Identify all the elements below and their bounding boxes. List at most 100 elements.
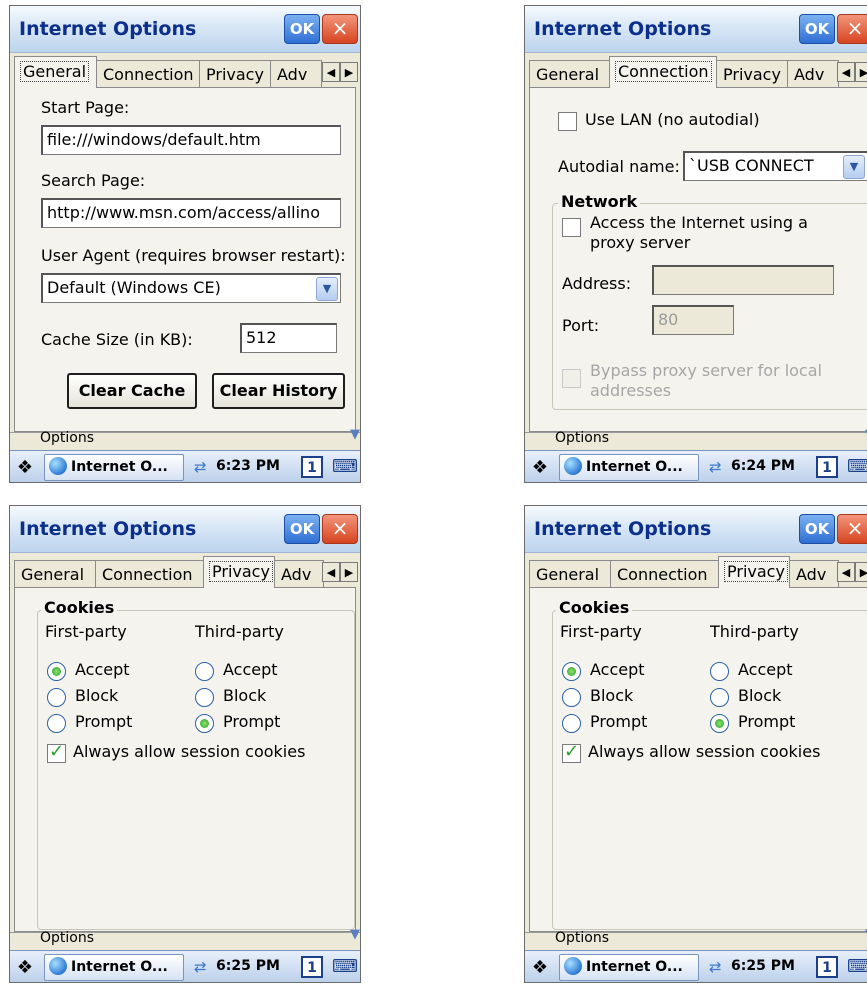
use-lan-checkbox[interactable] <box>558 112 577 131</box>
first-party-prompt-radio[interactable] <box>47 714 66 733</box>
screenshot-privacy-tab-2: Internet Options OK × General Connection… <box>524 505 867 983</box>
taskbar-app-button[interactable]: Internet O... <box>44 954 184 981</box>
tab-connection[interactable]: Connection <box>96 60 200 87</box>
tab-scroll-right-icon[interactable]: ▶ <box>855 62 867 82</box>
first-party-accept-radio[interactable] <box>47 662 66 681</box>
close-button[interactable]: × <box>837 514 867 544</box>
user-agent-select[interactable]: Default (Windows CE) ▼ <box>41 273 341 303</box>
network-connection-icon[interactable]: ⇄ <box>194 958 212 976</box>
taskbar-clock[interactable]: 6:25 PM <box>731 958 795 974</box>
options-bar[interactable]: Options ▼ <box>10 927 360 951</box>
input-panel-button[interactable]: 1 <box>816 956 838 978</box>
checkmark-icon: ✓ <box>564 741 580 762</box>
close-button[interactable]: × <box>837 14 867 44</box>
network-connection-icon[interactable]: ⇄ <box>709 458 727 476</box>
input-panel-button[interactable]: 1 <box>301 456 323 478</box>
windows-flag-icon[interactable]: ❖ <box>13 456 37 480</box>
input-panel-keyboard-icon[interactable]: ⌨ <box>332 456 358 477</box>
taskbar: ❖ Internet O... ⇄ 6:23 PM 1 ⌨ <box>10 450 360 482</box>
tab-general[interactable]: General <box>14 560 96 587</box>
taskbar-app-button[interactable]: Internet O... <box>559 954 699 981</box>
tab-scroll-left-icon[interactable]: ◀ <box>322 62 340 82</box>
start-page-input[interactable]: file:///windows/default.htm <box>41 125 341 155</box>
ok-button[interactable]: OK <box>284 514 320 544</box>
taskbar-clock[interactable]: 6:25 PM <box>216 958 280 974</box>
tab-connection[interactable]: Connection <box>95 560 205 587</box>
close-button[interactable]: × <box>322 514 358 544</box>
windows-flag-icon[interactable]: ❖ <box>528 456 552 480</box>
input-panel-button[interactable]: 1 <box>816 456 838 478</box>
windows-flag-icon[interactable]: ❖ <box>528 956 552 980</box>
tab-privacy[interactable]: Privacy <box>199 60 271 87</box>
taskbar-clock[interactable]: 6:23 PM <box>216 458 280 474</box>
tab-scroll-right-icon[interactable]: ▶ <box>340 562 358 582</box>
options-label[interactable]: Options <box>40 430 94 446</box>
chevron-down-icon[interactable]: ▼ <box>843 155 865 179</box>
autodial-select[interactable]: `USB CONNECT ▼ <box>683 151 867 181</box>
input-panel-button[interactable]: 1 <box>301 956 323 978</box>
bypass-proxy-checkbox[interactable] <box>562 369 581 388</box>
tab-scroll-right-icon[interactable]: ▶ <box>340 62 358 82</box>
first-party-accept-radio[interactable] <box>562 662 581 681</box>
tab-privacy[interactable]: Privacy <box>716 60 788 87</box>
use-lan-label: Use LAN (no autodial) <box>585 110 760 129</box>
cache-size-input[interactable]: 512 <box>240 323 337 353</box>
taskbar-clock[interactable]: 6:24 PM <box>731 458 795 474</box>
third-party-prompt-radio[interactable] <box>195 714 214 733</box>
tab-advanced[interactable]: Adv <box>274 560 324 587</box>
port-input[interactable]: 80 <box>652 305 734 335</box>
address-input[interactable] <box>652 265 834 295</box>
tab-advanced[interactable]: Adv <box>789 560 839 587</box>
taskbar-app-button[interactable]: Internet O... <box>559 454 699 481</box>
network-connection-icon[interactable]: ⇄ <box>709 958 727 976</box>
third-party-block-radio[interactable] <box>710 688 729 707</box>
clear-history-button[interactable]: Clear History <box>212 373 345 409</box>
options-label[interactable]: Options <box>40 930 94 946</box>
third-party-accept-radio[interactable] <box>195 662 214 681</box>
chevron-down-icon[interactable]: ▼ <box>350 927 360 942</box>
tab-advanced[interactable]: Adv <box>270 60 322 87</box>
tab-connection[interactable]: Connection <box>610 560 720 587</box>
chevron-down-icon[interactable]: ▼ <box>350 427 360 442</box>
close-button[interactable]: × <box>322 14 358 44</box>
options-bar[interactable]: Options ▼ <box>10 427 360 451</box>
options-label[interactable]: Options <box>555 930 609 946</box>
session-cookies-checkbox[interactable]: ✓ <box>562 741 581 763</box>
tab-general[interactable]: General <box>14 56 97 88</box>
tab-scroll-left-icon[interactable]: ◀ <box>322 562 340 582</box>
input-panel-keyboard-icon[interactable]: ⌨ <box>847 956 867 977</box>
ok-button[interactable]: OK <box>284 14 320 44</box>
network-connection-icon[interactable]: ⇄ <box>194 458 212 476</box>
tab-privacy[interactable]: Privacy <box>718 556 790 588</box>
first-party-block-radio[interactable] <box>562 688 581 707</box>
tab-connection[interactable]: Connection <box>609 56 717 88</box>
tab-scroll-left-icon[interactable]: ◀ <box>837 562 855 582</box>
proxy-checkbox[interactable] <box>562 218 581 237</box>
options-label[interactable]: Options <box>555 430 609 446</box>
third-party-block-radio[interactable] <box>195 688 214 707</box>
input-panel-keyboard-icon[interactable]: ⌨ <box>847 456 867 477</box>
taskbar-app-button[interactable]: Internet O... <box>44 454 184 481</box>
user-agent-value: Default (Windows CE) <box>47 278 221 297</box>
tab-scroll-left-icon[interactable]: ◀ <box>837 62 855 82</box>
tab-scroll-right-icon[interactable]: ▶ <box>855 562 867 582</box>
tab-privacy[interactable]: Privacy <box>203 556 275 588</box>
clear-cache-button[interactable]: Clear Cache <box>67 373 197 409</box>
options-bar[interactable]: Options ▼ <box>525 427 867 451</box>
session-cookies-checkbox[interactable]: ✓ <box>47 741 66 763</box>
first-party-prompt-radio[interactable] <box>562 714 581 733</box>
third-party-prompt-radio[interactable] <box>710 714 729 733</box>
input-panel-keyboard-icon[interactable]: ⌨ <box>332 956 358 977</box>
tab-general[interactable]: General <box>529 560 611 587</box>
tab-advanced[interactable]: Adv <box>787 60 839 87</box>
chevron-down-icon[interactable]: ▼ <box>316 277 338 301</box>
search-page-input[interactable]: http://www.msn.com/access/allino <box>41 198 341 228</box>
options-bar[interactable]: Options ▼ <box>525 927 867 951</box>
first-party-block-radio[interactable] <box>47 688 66 707</box>
third-party-accept-radio[interactable] <box>710 662 729 681</box>
taskbar: ❖ Internet O... ⇄ 6:25 PM 1 ⌨ <box>10 950 360 982</box>
ok-button[interactable]: OK <box>799 14 835 44</box>
tab-general[interactable]: General <box>529 60 611 87</box>
ok-button[interactable]: OK <box>799 514 835 544</box>
windows-flag-icon[interactable]: ❖ <box>13 956 37 980</box>
